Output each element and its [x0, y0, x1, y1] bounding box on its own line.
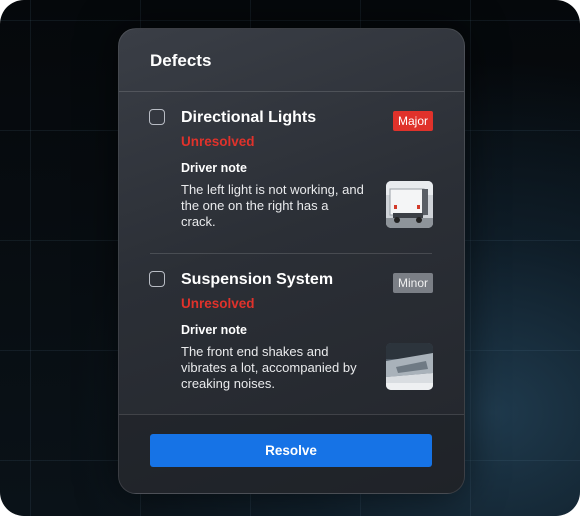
severity-badge: Minor [392, 273, 433, 293]
truck-rear-photo-icon[interactable] [386, 181, 433, 228]
defect-name: Suspension System [181, 271, 334, 288]
vehicle-photo-icon[interactable] [386, 343, 433, 390]
status-text: Unresolved [181, 134, 255, 149]
driver-note-text: The front end shakes and vibrates a lot,… [181, 344, 357, 391]
defects-panel: Defects Directional Lights Major Unresol… [118, 28, 465, 494]
background: Defects Directional Lights Major Unresol… [0, 0, 580, 516]
status-text: Unresolved [181, 296, 255, 311]
defect-checkbox[interactable] [149, 271, 165, 287]
severity-badge: Major [392, 111, 433, 131]
item-divider [150, 253, 432, 254]
driver-note-text: The left light is not working, and the o… [181, 182, 364, 229]
resolve-button[interactable]: Resolve [150, 434, 432, 467]
panel-title: Defects [150, 51, 212, 70]
footer-divider [119, 414, 464, 415]
header-divider [119, 91, 464, 92]
driver-note-label: Driver note [181, 161, 247, 175]
driver-note-label: Driver note [181, 323, 247, 337]
defect-checkbox[interactable] [149, 109, 165, 125]
defect-name: Directional Lights [181, 109, 317, 126]
